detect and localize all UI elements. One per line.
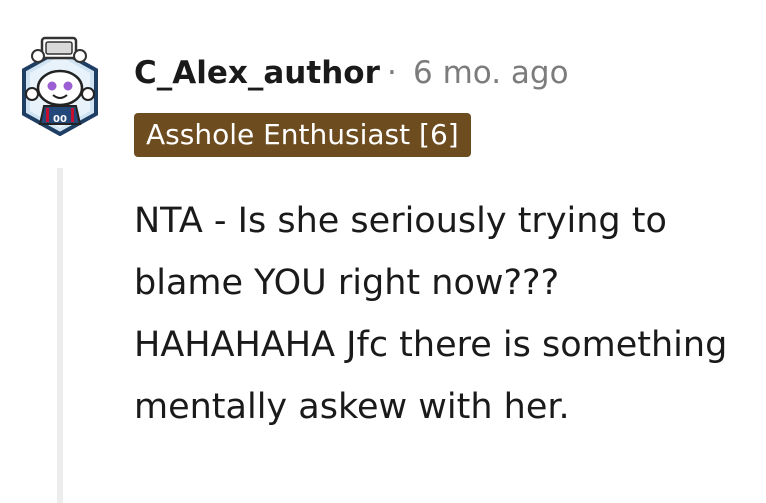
comment-timestamp[interactable]: 6 mo. ago [413, 54, 569, 92]
comment-author[interactable]: C_Alex_author [134, 54, 380, 92]
user-flair: Asshole Enthusiast [6] [134, 113, 471, 157]
avatar[interactable]: 00 [18, 36, 102, 136]
comment-body: NTA - Is she seriously trying to blame Y… [134, 201, 728, 427]
snoo-avatar-icon: 00 [22, 36, 98, 136]
comment: 00 C_Alex_author · 6 mo. ago Asshole Ent… [0, 0, 766, 503]
meta-separator: · [387, 55, 397, 91]
jersey-number: 00 [53, 114, 67, 125]
thread-collapse-line[interactable] [57, 168, 63, 503]
